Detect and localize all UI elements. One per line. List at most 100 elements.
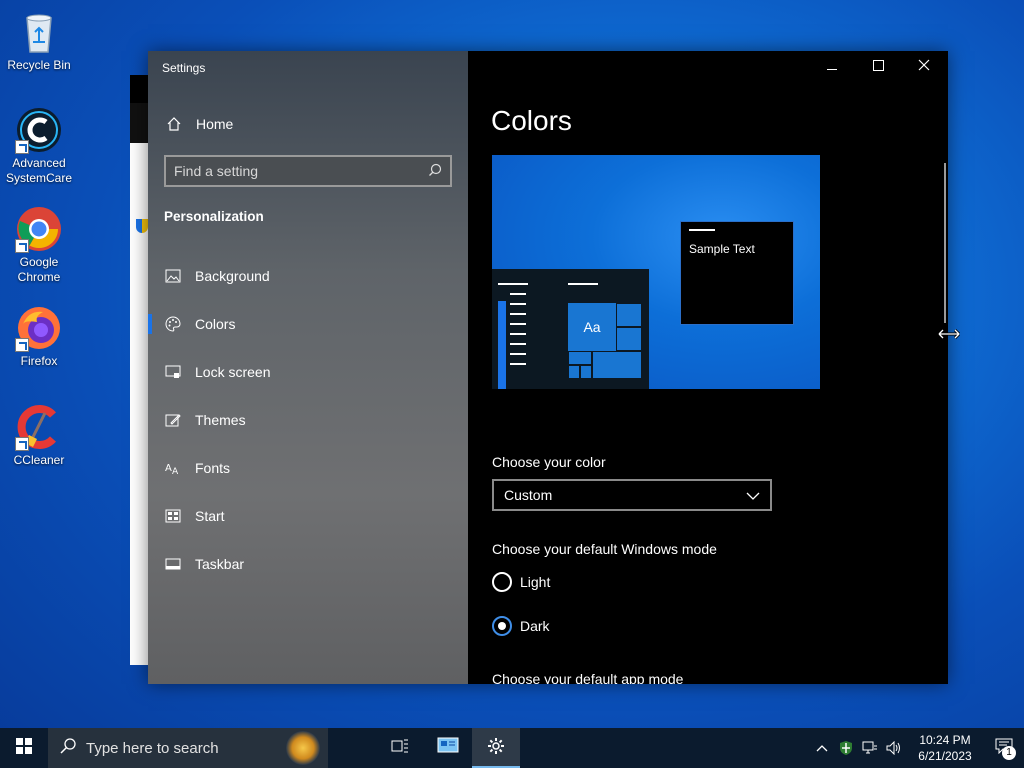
settings-content-pane: Colors Aa Sample Text Choose your color … [468, 51, 948, 684]
notification-count-badge: 1 [1002, 746, 1016, 760]
network-icon[interactable] [858, 728, 882, 768]
nav-item-lock-screen[interactable]: Lock screen [148, 348, 468, 396]
preview-start-menu: Aa [492, 269, 649, 389]
scrollbar-thumb[interactable] [944, 163, 946, 323]
home-icon [166, 116, 182, 132]
svg-text:A: A [165, 463, 172, 474]
clock-time: 10:24 PM [919, 733, 971, 747]
preview-tile [592, 351, 642, 379]
search-icon [428, 163, 442, 180]
desktop-icon-label: Advanced SystemCare [5, 156, 73, 185]
radio-label: Dark [520, 618, 550, 634]
volume-icon[interactable] [882, 728, 906, 768]
chevron-down-icon [746, 487, 760, 503]
desktop-icon-advanced-systemcare[interactable]: Advanced SystemCare [1, 106, 77, 186]
taskbar-app-settings[interactable] [472, 728, 520, 768]
themes-icon [164, 412, 182, 428]
start-icon [164, 508, 182, 524]
svg-text:A: A [172, 467, 179, 475]
nav-list: Background Colors Lock screen Themes A A… [148, 252, 468, 588]
desktop-icon-ccleaner[interactable]: CCleaner [1, 403, 77, 468]
clock[interactable]: 10:24 PM 6/21/2023 [910, 732, 980, 764]
preview-tile [580, 365, 592, 379]
nav-item-background[interactable]: Background [148, 252, 468, 300]
windows-mode-dark-radio[interactable]: Dark [492, 616, 550, 636]
shortcut-arrow-icon [15, 140, 29, 154]
picture-icon [164, 268, 182, 284]
preview-accent-strip [498, 301, 506, 389]
taskbar-search-box[interactable]: Type here to search [48, 728, 328, 768]
settings-window[interactable]: Settings Home Find a setting Personaliza… [148, 51, 948, 684]
preview-tile [568, 365, 580, 379]
radio-circle [492, 616, 512, 636]
desktop-icon-recycle-bin[interactable]: Recycle Bin [1, 8, 77, 73]
maximize-icon [872, 58, 884, 76]
desktop-icon-label: Recycle Bin [7, 58, 71, 72]
search-placeholder: Find a setting [174, 163, 259, 179]
radio-circle [492, 572, 512, 592]
ccleaner-icon [15, 403, 63, 451]
shield-icon [136, 219, 148, 233]
taskbar: Type here to search 10:24 PM 6/21/2023 1 [0, 728, 1024, 768]
desktop-icon-label: Google Chrome [17, 255, 61, 284]
page-title: Colors [491, 105, 572, 136]
advanced-systemcare-icon [15, 106, 63, 154]
search-icon [60, 738, 76, 758]
color-dropdown[interactable]: Custom [492, 479, 772, 511]
nav-item-fonts[interactable]: AA Fonts [148, 444, 468, 492]
nav-item-start[interactable]: Start [148, 492, 468, 540]
nav-item-label: Taskbar [195, 556, 245, 572]
shortcut-arrow-icon [15, 338, 29, 352]
resize-cursor-icon [937, 327, 961, 341]
firefox-icon [15, 304, 63, 352]
action-center-button[interactable]: 1 [984, 728, 1024, 768]
desktop-icon-firefox[interactable]: Firefox [1, 304, 77, 369]
minimize-icon [827, 58, 837, 76]
nav-item-label: Colors [195, 316, 236, 332]
taskbar-icon [164, 556, 182, 572]
nav-item-label: Start [195, 508, 225, 524]
taskbar-app-control-panel[interactable] [424, 728, 472, 768]
windows-logo-icon [16, 737, 32, 759]
palette-icon [164, 316, 182, 332]
nav-item-colors[interactable]: Colors [148, 300, 468, 348]
desktop-icon-google-chrome[interactable]: Google Chrome [1, 205, 77, 285]
security-shield-icon[interactable] [834, 728, 858, 768]
color-dropdown-value: Custom [504, 487, 553, 503]
preview-tile [568, 351, 592, 365]
system-tray: 10:24 PM 6/21/2023 1 [810, 728, 1024, 768]
nav-item-themes[interactable]: Themes [148, 396, 468, 444]
preview-tile-large: Aa [568, 303, 616, 351]
clock-date: 6/21/2023 [918, 749, 972, 763]
preview-tile [616, 303, 642, 327]
taskbar-search-placeholder: Type here to search [86, 739, 219, 757]
show-hidden-icons-button[interactable] [810, 728, 834, 768]
nav-item-label: Lock screen [195, 364, 271, 380]
nav-item-taskbar[interactable]: Taskbar [148, 540, 468, 588]
control-panel-icon [437, 737, 459, 760]
recycle-bin-icon [15, 8, 63, 56]
close-button[interactable] [901, 51, 947, 83]
windows-mode-light-radio[interactable]: Light [492, 572, 550, 592]
nav-item-label: Themes [195, 412, 246, 428]
nav-home[interactable]: Home [148, 109, 468, 139]
preview-tile [616, 327, 642, 351]
chrome-icon [15, 205, 63, 253]
fonts-icon: AA [164, 460, 182, 476]
shortcut-arrow-icon [15, 437, 29, 451]
find-setting-input[interactable]: Find a setting [164, 155, 452, 187]
minimize-button[interactable] [809, 51, 855, 83]
nav-home-label: Home [196, 116, 234, 132]
desktop-icon-label: CCleaner [13, 453, 65, 467]
start-button[interactable] [0, 728, 48, 768]
app-mode-label: Choose your default app mode [492, 671, 684, 684]
radio-label: Light [520, 574, 551, 590]
windows-mode-label: Choose your default Windows mode [492, 541, 717, 557]
preview-window: Sample Text [680, 221, 794, 325]
close-icon [918, 58, 930, 76]
desktop-icon-label: Firefox [20, 354, 58, 368]
task-view-button[interactable] [376, 728, 424, 768]
maximize-button[interactable] [855, 51, 901, 83]
nav-item-label: Fonts [195, 460, 231, 476]
preview-tiles-heading [568, 283, 598, 285]
